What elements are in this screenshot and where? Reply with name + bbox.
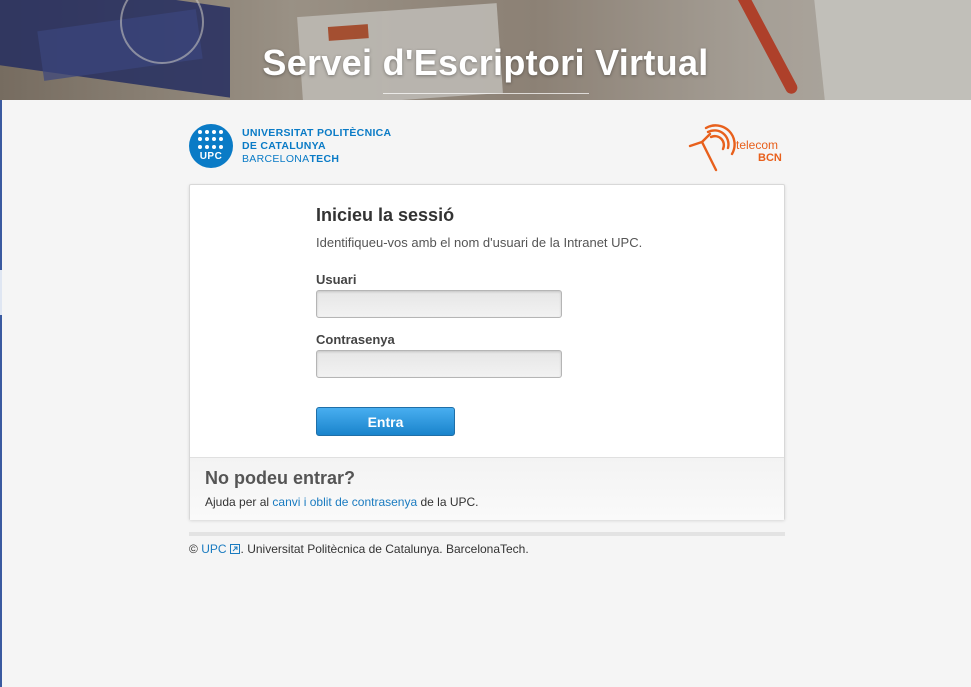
footer-text: . Universitat Politècnica de Catalunya. … <box>240 542 529 556</box>
login-subtitle: Identifiqueu-vos amb el nom d'usuari de … <box>316 235 643 250</box>
password-label: Contrasenya <box>316 332 395 347</box>
help-section: No podeu entrar? Ajuda per al canvi i ob… <box>190 457 784 520</box>
upc-logo-line3: BARCELONATECH <box>242 152 340 165</box>
upc-emblem-icon: UPC <box>189 124 233 168</box>
telecom-logo-bcn: BCN <box>758 152 782 164</box>
login-button[interactable]: Entra <box>316 407 455 436</box>
username-input[interactable] <box>316 290 562 318</box>
telecom-bcn-logo[interactable]: telecom BCN <box>686 124 784 174</box>
header-banner: Servei d'Escriptori Virtual <box>0 0 971 100</box>
upc-logo-line1: UNIVERSITAT POLITÈCNICA <box>242 126 392 139</box>
login-title: Inicieu la sessió <box>316 205 455 225</box>
telecom-logo-text: telecom <box>736 138 779 152</box>
footer-divider <box>189 532 785 536</box>
password-input[interactable] <box>316 350 562 378</box>
upc-logo-line2: DE CATALUNYA <box>242 139 326 152</box>
copyright-symbol: © <box>189 542 198 556</box>
help-title: No podeu entrar? <box>205 468 356 488</box>
username-label: Usuari <box>316 272 357 287</box>
upc-logo-text: UNIVERSITAT POLITÈCNICA DE CATALUNYA BAR… <box>242 127 391 166</box>
upc-footer-link[interactable]: UPC <box>201 542 226 556</box>
login-panel: Inicieu la sessió Identifiqueu-vos amb e… <box>189 184 785 520</box>
window-left-edge <box>0 0 2 687</box>
help-text: Ajuda per al canvi i oblit de contraseny… <box>205 495 479 509</box>
upc-emblem-text: UPC <box>199 151 223 162</box>
external-link-icon <box>229 543 240 557</box>
telecom-signal-icon <box>688 124 736 172</box>
upc-logo[interactable]: UPC UNIVERSITAT POLITÈCNICA DE CATALUNYA… <box>189 124 391 168</box>
footer: © UPC . Universitat Politècnica de Catalu… <box>189 542 529 557</box>
title-underline <box>383 93 589 94</box>
page-title: Servei d'Escriptori Virtual <box>262 42 709 83</box>
window-left-edge-highlight <box>0 270 2 315</box>
password-help-link[interactable]: canvi i oblit de contrasenya <box>272 495 417 509</box>
login-form: Inicieu la sessió Identifiqueu-vos amb e… <box>316 205 656 436</box>
